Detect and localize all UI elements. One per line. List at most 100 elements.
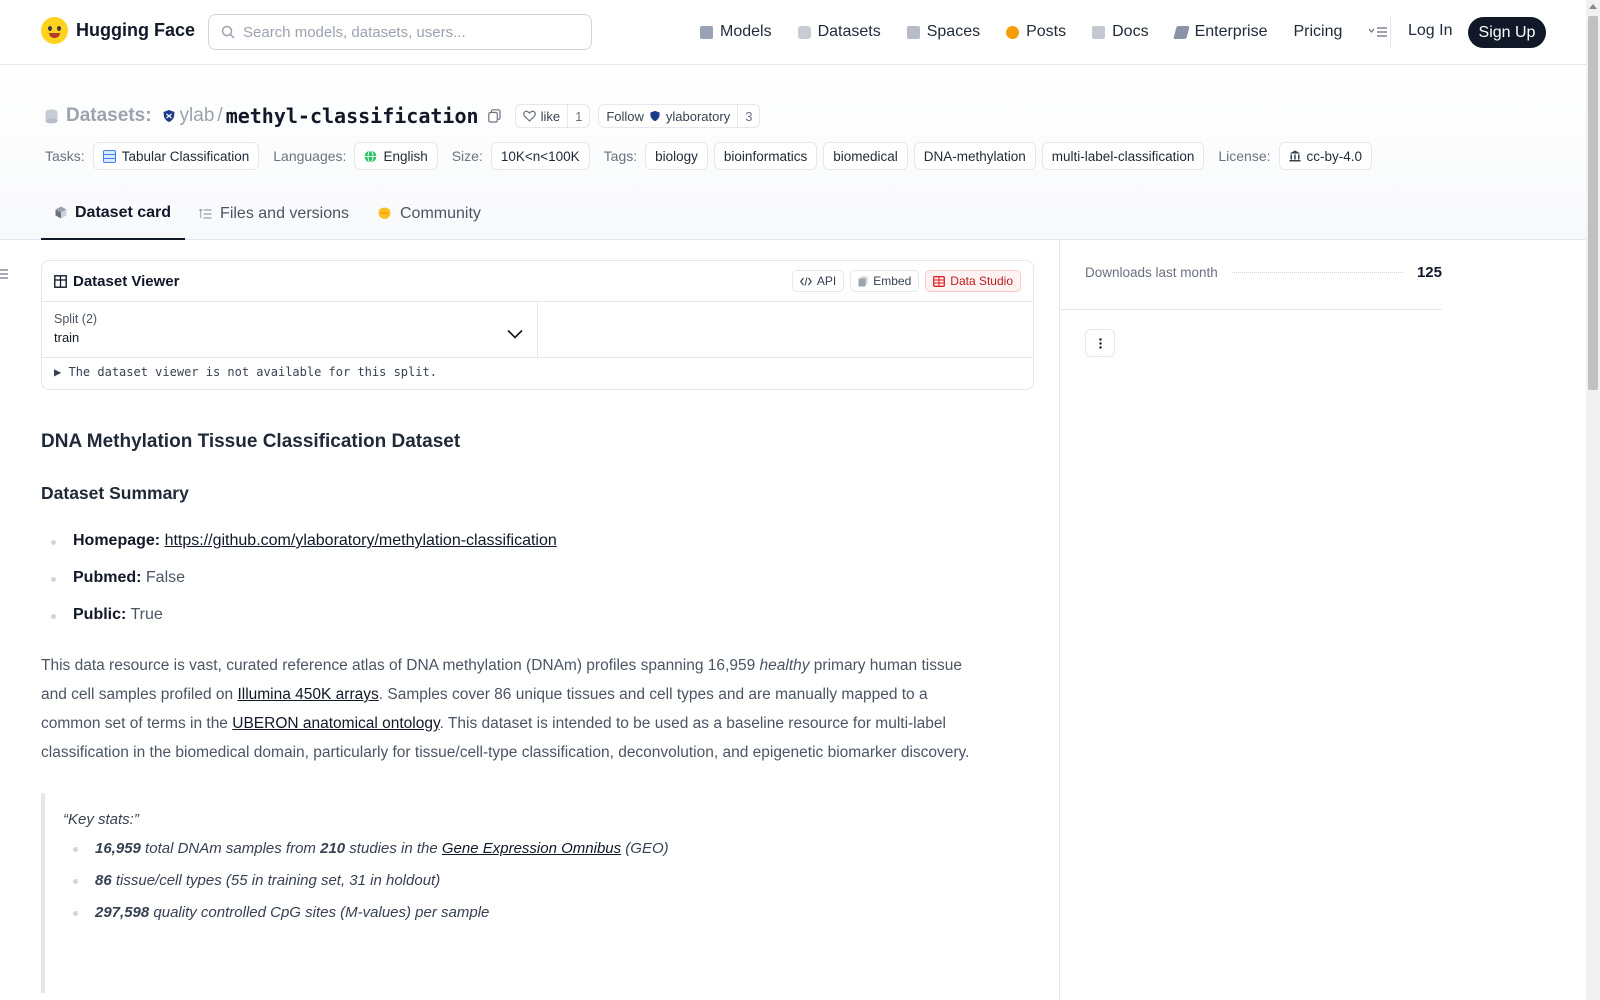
cube-icon <box>700 25 713 39</box>
split-selector[interactable]: Split (2) train <box>42 302 538 358</box>
tab-files-and-versions[interactable]: Files and versions <box>185 187 363 240</box>
list-item: 86 tissue/cell types (55 in training set… <box>63 872 1034 904</box>
database-icon <box>45 109 58 123</box>
nav-docs[interactable]: Docs <box>1092 23 1149 41</box>
downloads-label: Downloads last month <box>1085 265 1218 280</box>
size-tag[interactable]: 10K<n<100K <box>490 142 590 170</box>
card-title: DNA Methylation Tissue Classification Da… <box>41 431 461 452</box>
nav-posts[interactable]: Posts <box>1006 23 1066 41</box>
org-link[interactable]: ylab <box>180 105 215 127</box>
viewer-unavailable-note[interactable]: ▶ The dataset viewer is not available fo… <box>54 365 437 379</box>
main-nav-links: Models Datasets Spaces Posts Docs Enterp… <box>700 20 1414 44</box>
task-tag[interactable]: Tabular Classification <box>92 142 260 170</box>
tab-dataset-card[interactable]: Dataset card <box>41 187 186 240</box>
nav-pricing[interactable]: Pricing <box>1293 23 1342 41</box>
quote-title: “Key stats:” <box>63 811 139 828</box>
dataset-name[interactable]: methyl-classification <box>226 104 479 128</box>
like-button[interactable]: like 1 <box>514 104 591 128</box>
hugging-face-icon <box>41 17 68 44</box>
tag-dna-methylation[interactable]: DNA-methylation <box>913 142 1036 170</box>
scroll-up-icon[interactable] <box>1589 4 1597 9</box>
chevron-down-icon <box>507 329 523 339</box>
list-item: Homepage: https://github.com/ylaboratory… <box>41 532 1034 569</box>
dataset-viewer-header: Dataset Viewer API Embed Data Studio <box>42 261 1033 302</box>
summary-heading: Dataset Summary <box>41 483 189 503</box>
downloads-value: 125 <box>1416 264 1442 281</box>
tags-label: Tags: <box>603 148 638 164</box>
more-options-button[interactable] <box>1085 329 1115 357</box>
list-item: Public: True <box>41 606 1034 643</box>
data-studio-button[interactable]: Data Studio <box>925 270 1021 292</box>
nav-spaces[interactable]: Spaces <box>906 23 980 41</box>
code-icon <box>799 276 812 286</box>
list-item: 16,959 total DNAm samples from 210 studi… <box>63 840 1034 872</box>
tab-community[interactable]: Community <box>363 187 495 240</box>
scrollbar-thumb[interactable] <box>1588 16 1598 390</box>
description-paragraph: This data resource is vast, curated refe… <box>41 657 970 761</box>
vertical-dots-icon <box>1098 337 1102 349</box>
license-label: License: <box>1218 148 1271 164</box>
like-label: like <box>540 108 561 124</box>
database-icon <box>797 25 811 39</box>
dataset-tags-row: Tasks: Tabular Classification Languages:… <box>45 142 1378 170</box>
table-icon <box>102 149 116 163</box>
uberon-link[interactable]: UBERON anatomical ontology <box>232 715 439 732</box>
dotted-leader <box>1231 272 1403 273</box>
geo-link[interactable]: Gene Expression Omnibus <box>442 840 621 857</box>
dataset-header: Datasets: ylab / methyl-classification l… <box>0 65 1586 240</box>
brand-logo[interactable]: Hugging Face <box>41 17 195 44</box>
login-link[interactable]: Log In <box>1408 22 1452 40</box>
search-input[interactable] <box>243 23 573 41</box>
section-label: Datasets: <box>66 105 152 126</box>
brand-name: Hugging Face <box>76 20 196 40</box>
languages-label: Languages: <box>273 148 347 164</box>
tag-biology[interactable]: biology <box>645 142 708 170</box>
viewer-empty-panel <box>538 302 1033 358</box>
split-label: Split (2) <box>54 312 98 326</box>
files-icon <box>199 208 212 219</box>
more-menu-button[interactable] <box>1368 26 1388 38</box>
api-button[interactable]: API <box>791 270 845 292</box>
downloads-stat: Downloads last month 125 <box>1085 264 1442 281</box>
community-icon <box>378 207 391 219</box>
cube-icon <box>55 206 67 219</box>
copy-icon[interactable] <box>487 109 501 123</box>
enterprise-icon <box>1172 25 1190 39</box>
nav-models[interactable]: Models <box>700 23 772 41</box>
illumina-link[interactable]: Illumina 450K arrays <box>237 686 378 703</box>
spreadsheet-icon <box>933 275 946 287</box>
tag-biomedical[interactable]: biomedical <box>823 142 908 170</box>
heart-icon <box>522 110 536 122</box>
dataset-tabs: Dataset card Files and versions Communit… <box>41 187 495 240</box>
dataset-title-row: Datasets: ylab / methyl-classification l… <box>45 103 761 129</box>
tag-bioinformatics[interactable]: bioinformatics <box>713 142 818 170</box>
homepage-link[interactable]: https://github.com/ylaboratory/methylati… <box>165 532 557 549</box>
split-value: train <box>54 330 80 345</box>
nav-enterprise[interactable]: Enterprise <box>1172 23 1267 41</box>
follow-org: ylaboratory <box>665 108 731 124</box>
grid-icon <box>906 25 920 39</box>
dataset-viewer-title: Dataset Viewer <box>54 273 179 290</box>
embed-icon <box>858 276 868 286</box>
org-shield-icon <box>163 110 175 122</box>
org-shield-icon <box>650 110 660 122</box>
language-tag[interactable]: English <box>354 142 438 170</box>
sidebar-divider <box>1060 309 1442 310</box>
triangle-right-icon: ▶ <box>54 365 62 379</box>
embed-button[interactable]: Embed <box>850 270 920 292</box>
right-sidebar: Downloads last month 125 <box>1059 240 1586 1000</box>
nav-datasets[interactable]: Datasets <box>797 23 881 41</box>
dataset-card-content: Dataset Viewer API Embed Data Studio Spl… <box>41 260 1034 993</box>
search-box[interactable] <box>208 14 592 50</box>
follow-button[interactable]: Follow ylaboratory 3 <box>598 104 761 128</box>
book-icon <box>1092 25 1106 39</box>
table-grid-icon <box>54 274 67 288</box>
license-tag[interactable]: cc-by-4.0 <box>1278 142 1373 170</box>
globe-icon <box>365 149 377 163</box>
key-stats-quote: “Key stats:” 16,959 total DNAm samples f… <box>41 793 1034 993</box>
dataset-meta-list: Homepage: https://github.com/ylaboratory… <box>41 532 1034 643</box>
top-navbar: Hugging Face Models Datasets Spaces Post… <box>0 0 1586 65</box>
tag-multi-label-classification[interactable]: multi-label-classification <box>1041 142 1205 170</box>
signup-button[interactable]: Sign Up <box>1468 17 1546 48</box>
sidebar-toggle-icon[interactable] <box>0 268 9 280</box>
